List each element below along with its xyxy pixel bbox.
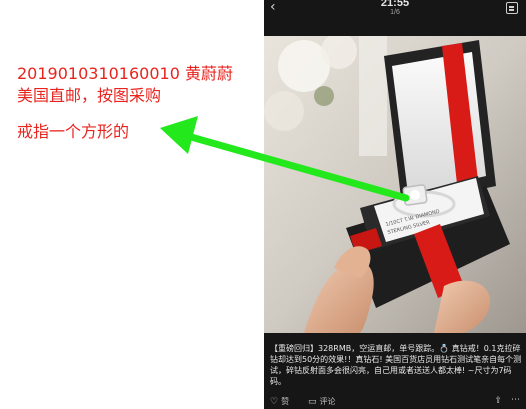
comment-icon: ▭: [308, 396, 317, 407]
image-pager: 1/6: [390, 9, 400, 16]
phone-screenshot: ‹ 21:55 1/6 1/10CT T.W. DIAMOND STERLING…: [264, 0, 526, 409]
post-caption: 【重磅回归】328RMB，空运直邮，单号跟踪。💍 真钻戒！0.1克拉碎钻却达到5…: [270, 344, 522, 386]
like-button[interactable]: ♡ 赞: [270, 396, 289, 407]
comment-label: 评论: [319, 397, 336, 406]
post-actions: ♡ 赞 ▭ 评论 ⇪ ⋯: [264, 395, 526, 409]
menu-icon[interactable]: [506, 2, 518, 14]
ring-note: 戒指一个方形的: [17, 122, 130, 141]
comment-button[interactable]: ▭ 评论: [308, 396, 336, 407]
share-icon[interactable]: ⇪: [494, 396, 502, 406]
shipping-note: 美国直邮，按图采购: [17, 86, 162, 105]
ring-box-illustration: 1/10CT T.W. DIAMOND STERLING SILVER: [264, 36, 526, 333]
status-time: 21:55: [380, 0, 410, 9]
heart-icon: ♡: [270, 396, 279, 407]
order-number-note: 2019010310160010 黄蔚蔚: [17, 64, 233, 83]
top-bar: ‹ 21:55 1/6: [264, 0, 526, 20]
more-icon[interactable]: ⋯: [511, 395, 520, 405]
annotation-panel: 2019010310160010 黄蔚蔚 美国直邮，按图采购 戒指一个方形的: [0, 0, 264, 409]
product-photo[interactable]: 1/10CT T.W. DIAMOND STERLING SILVER: [264, 36, 526, 333]
like-label: 赞: [281, 397, 290, 406]
